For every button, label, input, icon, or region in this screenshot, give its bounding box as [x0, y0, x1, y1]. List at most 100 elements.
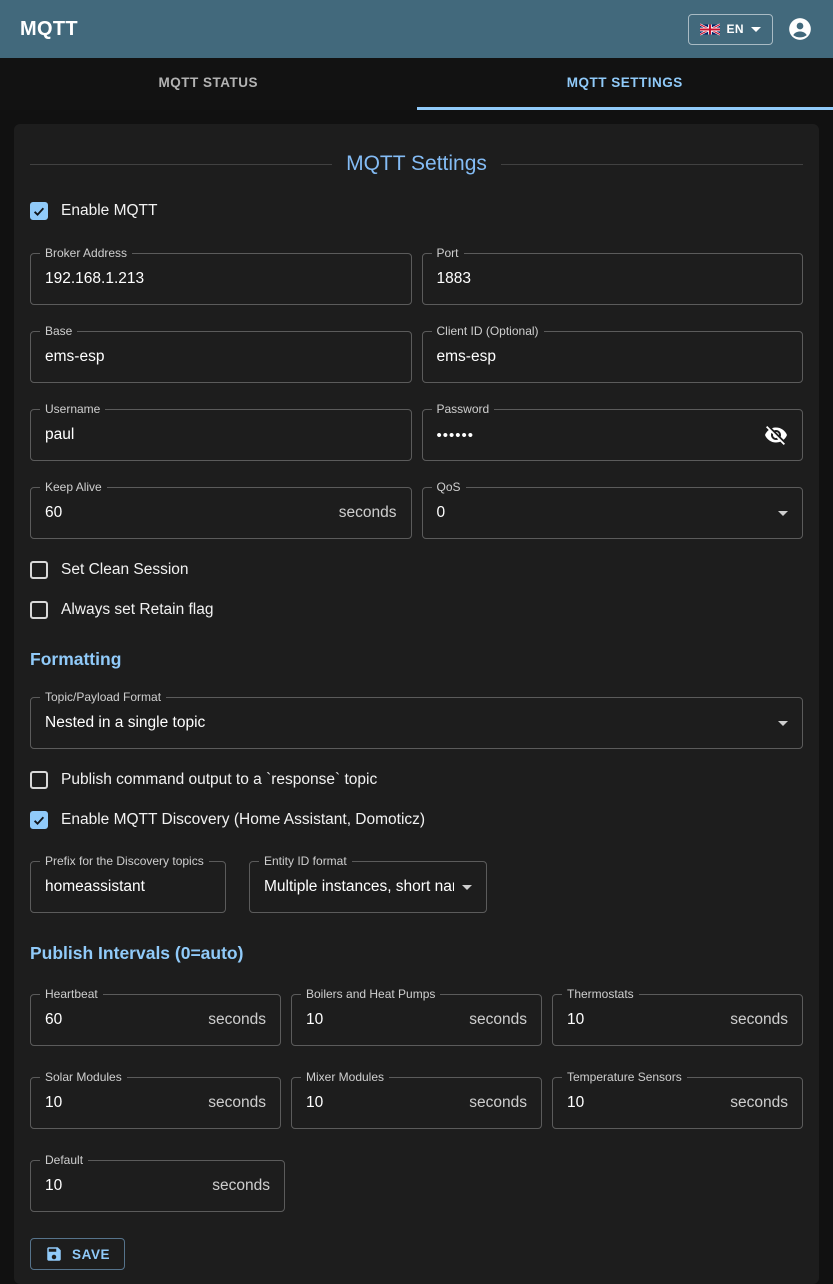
field-value: homeassistant: [45, 878, 211, 896]
field-value: 10: [306, 1094, 461, 1112]
discovery-options-row: Prefix for the Discovery topics homeassi…: [30, 861, 803, 913]
publish-intervals-heading: Publish Intervals (0=auto): [30, 943, 803, 964]
temperature-sensors-field[interactable]: Temperature Sensors 10 seconds: [552, 1077, 803, 1129]
field-label: Topic/Payload Format: [40, 690, 166, 704]
unit-adornment: seconds: [339, 504, 397, 522]
field-label: Thermostats: [562, 987, 639, 1001]
checkbox-label: Publish command output to a `response` t…: [61, 771, 377, 789]
tab-mqtt-status[interactable]: MQTT STATUS: [0, 58, 417, 110]
dropdown-arrow-icon: [778, 721, 788, 726]
dropdown-arrow-icon: [462, 885, 472, 890]
field-value: ems-esp: [45, 348, 397, 366]
broker-address-field[interactable]: Broker Address 192.168.1.213: [30, 253, 412, 305]
base-field[interactable]: Base ems-esp: [30, 331, 412, 383]
checkbox-checked-icon[interactable]: [30, 811, 48, 829]
field-label: Password: [432, 402, 495, 416]
enable-mqtt-checkbox[interactable]: Enable MQTT: [30, 202, 803, 220]
field-value: 1883: [437, 270, 789, 288]
field-value: ems-esp: [437, 348, 789, 366]
password-field[interactable]: Password ••••••: [422, 409, 804, 461]
page-title-row: MQTT Settings: [30, 152, 803, 176]
default-interval-field[interactable]: Default 10 seconds: [30, 1160, 285, 1212]
save-button[interactable]: SAVE: [30, 1238, 125, 1270]
qos-select[interactable]: QoS 0: [422, 487, 804, 539]
mixer-modules-field[interactable]: Mixer Modules 10 seconds: [291, 1077, 542, 1129]
checkbox-label: Enable MQTT: [61, 202, 157, 220]
field-label: Prefix for the Discovery topics: [40, 854, 209, 868]
field-label: Boilers and Heat Pumps: [301, 987, 440, 1001]
solar-modules-field[interactable]: Solar Modules 10 seconds: [30, 1077, 281, 1129]
field-value: 10: [45, 1094, 200, 1112]
field-label: Broker Address: [40, 246, 132, 260]
unit-adornment: seconds: [208, 1094, 266, 1112]
field-value: 192.168.1.213: [45, 270, 397, 288]
unit-adornment: seconds: [469, 1094, 527, 1112]
field-value: Multiple instances, short name: [264, 878, 454, 896]
publish-response-checkbox[interactable]: Publish command output to a `response` t…: [30, 771, 803, 789]
app-title: MQTT: [20, 18, 78, 41]
save-icon: [45, 1245, 63, 1263]
page-title: MQTT Settings: [346, 152, 487, 176]
tab-mqtt-settings[interactable]: MQTT SETTINGS: [417, 58, 833, 110]
intervals-grid: Heartbeat 60 seconds Boilers and Heat Pu…: [30, 994, 803, 1129]
checkbox-label: Set Clean Session: [61, 561, 189, 579]
field-label: Base: [40, 324, 77, 338]
field-value: 10: [45, 1177, 204, 1195]
keep-alive-field[interactable]: Keep Alive 60 seconds: [30, 487, 412, 539]
field-value: Nested in a single topic: [45, 714, 770, 732]
check-icon: [32, 813, 46, 828]
unit-adornment: seconds: [212, 1177, 270, 1195]
heartbeat-field[interactable]: Heartbeat 60 seconds: [30, 994, 281, 1046]
tab-label: MQTT SETTINGS: [567, 75, 683, 90]
language-button[interactable]: EN: [688, 14, 773, 45]
retain-flag-checkbox[interactable]: Always set Retain flag: [30, 601, 803, 619]
client-id-field[interactable]: Client ID (Optional) ems-esp: [422, 331, 804, 383]
visibility-off-icon[interactable]: [764, 423, 788, 447]
app-header: MQTT EN: [0, 0, 833, 58]
field-label: Solar Modules: [40, 1070, 127, 1084]
thermostats-field[interactable]: Thermostats 10 seconds: [552, 994, 803, 1046]
field-value: 60: [45, 504, 331, 522]
title-divider-right: [501, 164, 803, 165]
checkbox-checked-icon[interactable]: [30, 202, 48, 220]
formatting-heading: Formatting: [30, 649, 803, 670]
tab-bar: MQTT STATUS MQTT SETTINGS: [0, 58, 833, 110]
field-value: 10: [306, 1011, 461, 1029]
boilers-heat-pumps-field[interactable]: Boilers and Heat Pumps 10 seconds: [291, 994, 542, 1046]
save-button-label: SAVE: [72, 1247, 110, 1262]
field-label: Default: [40, 1153, 88, 1167]
field-label: Mixer Modules: [301, 1070, 389, 1084]
field-label: Entity ID format: [259, 854, 352, 868]
topic-format-select[interactable]: Topic/Payload Format Nested in a single …: [30, 697, 803, 749]
uk-flag-icon: [700, 23, 720, 36]
field-label: Client ID (Optional): [432, 324, 544, 338]
field-label: Port: [432, 246, 464, 260]
port-field[interactable]: Port 1883: [422, 253, 804, 305]
username-field[interactable]: Username paul: [30, 409, 412, 461]
clean-session-checkbox[interactable]: Set Clean Session: [30, 561, 803, 579]
checkbox-unchecked-icon[interactable]: [30, 601, 48, 619]
unit-adornment: seconds: [208, 1011, 266, 1029]
field-label: Temperature Sensors: [562, 1070, 687, 1084]
appbar-actions: EN: [688, 14, 813, 45]
field-value: 10: [567, 1094, 722, 1112]
field-value: 0: [437, 504, 771, 522]
chevron-down-icon: [751, 27, 761, 32]
field-label: QoS: [432, 480, 466, 494]
discovery-prefix-field[interactable]: Prefix for the Discovery topics homeassi…: [30, 861, 226, 913]
language-label: EN: [727, 22, 744, 36]
tab-label: MQTT STATUS: [159, 75, 259, 90]
field-value: paul: [45, 426, 397, 444]
checkbox-unchecked-icon[interactable]: [30, 771, 48, 789]
settings-card: MQTT Settings Enable MQTT Broker Address…: [14, 124, 819, 1284]
entity-id-format-select[interactable]: Entity ID format Multiple instances, sho…: [249, 861, 487, 913]
dropdown-arrow-icon: [778, 511, 788, 516]
mqtt-discovery-checkbox[interactable]: Enable MQTT Discovery (Home Assistant, D…: [30, 811, 803, 829]
checkbox-label: Always set Retain flag: [61, 601, 214, 619]
field-value: 10: [567, 1011, 722, 1029]
checkbox-unchecked-icon[interactable]: [30, 561, 48, 579]
field-value: 60: [45, 1011, 200, 1029]
field-label: Username: [40, 402, 105, 416]
field-value: ••••••: [437, 427, 765, 444]
account-circle-icon[interactable]: [787, 16, 813, 42]
